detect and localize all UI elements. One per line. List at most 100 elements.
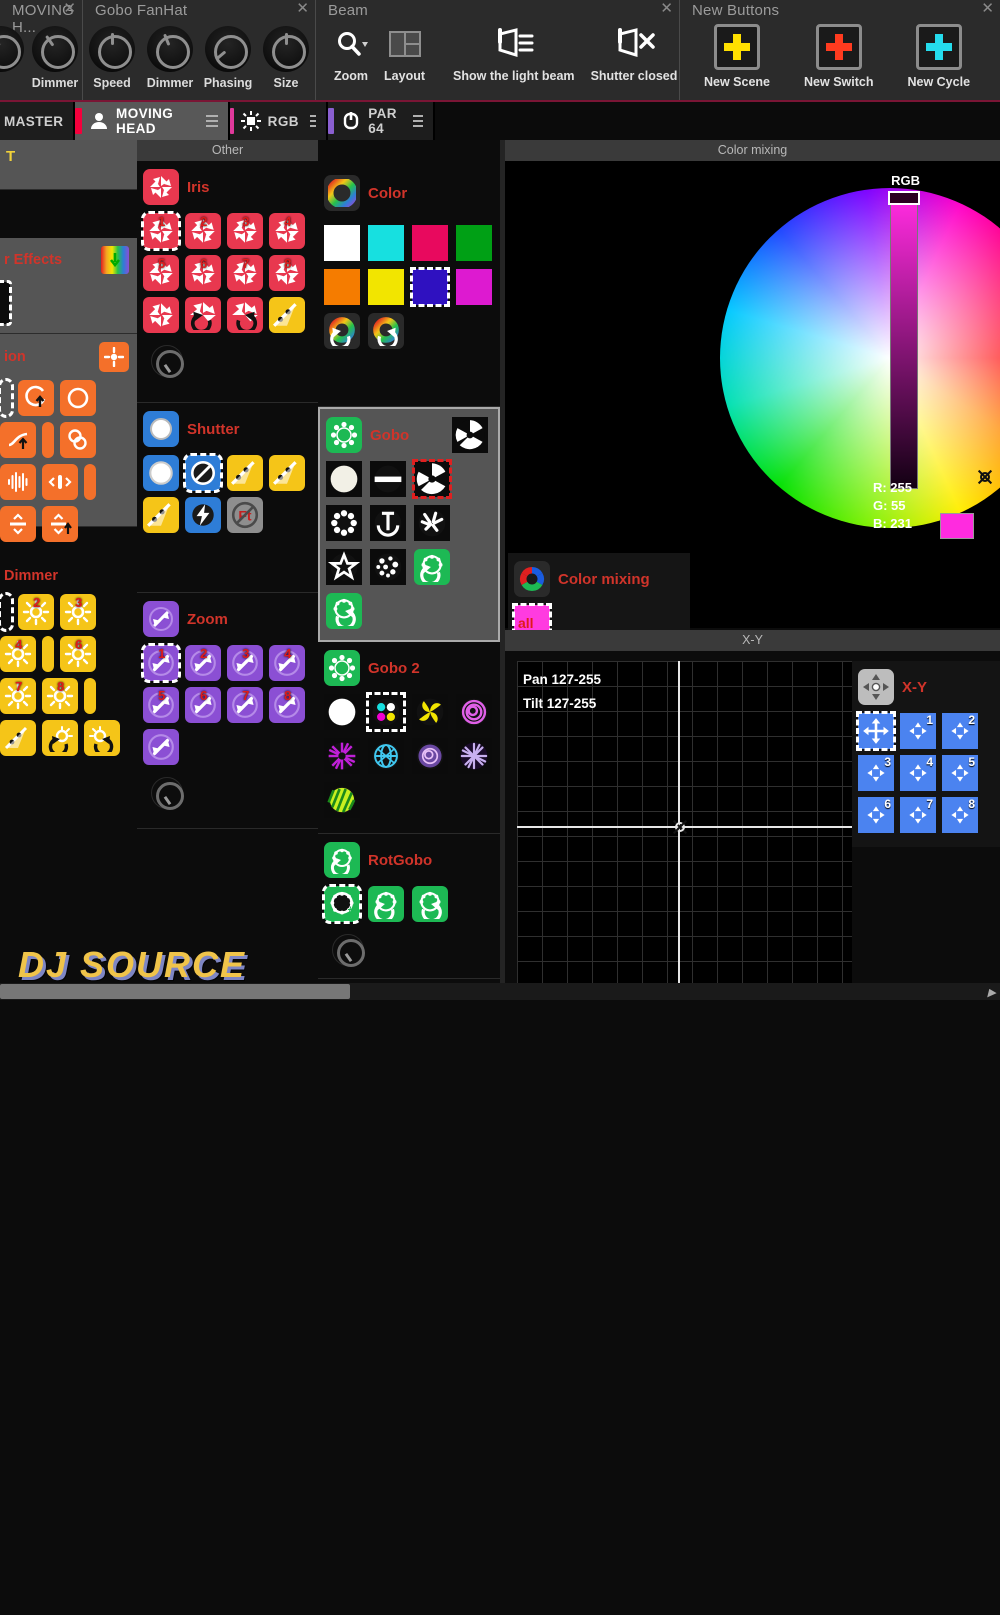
shutter-cell-strobe[interactable]	[185, 497, 221, 533]
rgb-brightness-slider[interactable]	[890, 194, 918, 489]
rotgobo-cell-ccw[interactable]	[368, 886, 404, 922]
color-wheel-area[interactable]: SOURCE RGB R: 255 G: 55 B: 231	[505, 161, 1000, 628]
dimmer-cell-rot-ccw[interactable]	[42, 720, 78, 756]
rotgobo-knob[interactable]	[332, 934, 364, 966]
gobo-cell-open[interactable]	[326, 461, 362, 497]
knob-phasing[interactable]: Phasing	[199, 24, 257, 90]
color-mixing-icon[interactable]	[514, 561, 550, 597]
iris-cell-3[interactable]: 3	[227, 213, 263, 249]
zoom-section-icon[interactable]	[143, 601, 179, 637]
color-swatch-blue[interactable]	[412, 269, 448, 305]
new-scene-button[interactable]: New Scene	[696, 24, 778, 89]
motion-cell-partial[interactable]	[0, 380, 12, 416]
knob-speed[interactable]: Speed	[83, 24, 141, 90]
xy-cell-8[interactable]: 8	[942, 797, 978, 833]
menu-icon[interactable]	[206, 115, 218, 127]
gobo2-cell-open[interactable]	[324, 694, 360, 730]
iris-cell-fade[interactable]	[269, 297, 305, 333]
knob-dimmer[interactable]: Dimmer	[141, 24, 199, 90]
dimmer-cell-4[interactable]: 4	[0, 636, 36, 672]
motion-cell-curve[interactable]	[0, 422, 36, 458]
iris-cell-5[interactable]: 5	[143, 255, 179, 291]
gobo2-cell-globe[interactable]	[368, 738, 404, 774]
motion-cell-fade-up[interactable]	[18, 380, 54, 416]
shutter-cell-open[interactable]	[143, 455, 179, 491]
iris-cell-1[interactable]: 1	[143, 213, 179, 249]
dimmer-cell-8[interactable]: 8	[42, 678, 78, 714]
color-swatch-yellow[interactable]	[368, 269, 404, 305]
gobo-cell-line[interactable]	[370, 461, 406, 497]
iris-knob[interactable]	[151, 345, 183, 377]
dimmer-cell-partial[interactable]	[0, 594, 12, 630]
motion-icon[interactable]	[99, 342, 129, 372]
dimmer-cell-6[interactable]: 6	[60, 636, 96, 672]
dimmer-cell-3[interactable]: 3	[60, 594, 96, 630]
tab-par-64[interactable]: PAR 64	[328, 102, 435, 140]
xy-icon[interactable]	[858, 669, 894, 705]
iris-cell-6[interactable]: 6	[185, 255, 221, 291]
zoom-cell-8[interactable]: 8	[269, 687, 305, 723]
right-scrollbar[interactable]: ▶	[505, 983, 1000, 1000]
gobo2-cell-nebula[interactable]	[412, 738, 448, 774]
shutter-cell-none[interactable]: Ft	[227, 497, 263, 533]
shutter-cell-fade1[interactable]	[227, 455, 263, 491]
xy-cell-2[interactable]: 2	[942, 713, 978, 749]
color-wheel-icon[interactable]	[324, 175, 360, 211]
gobo2-icon[interactable]	[324, 650, 360, 686]
gobo-cell-rot-cw[interactable]	[326, 593, 362, 629]
zoom-button[interactable]: Zoom	[326, 24, 376, 83]
gobo2-cell-radial-purple[interactable]	[324, 738, 360, 774]
layout-button[interactable]: Layout	[376, 24, 433, 83]
color-swatch-green[interactable]	[456, 225, 492, 261]
xy-cell-center[interactable]	[858, 713, 894, 749]
zoom-cell-1[interactable]: 1	[143, 645, 179, 681]
shutter-closed-button[interactable]: Shutter closed	[583, 24, 686, 83]
partial-selected-cell[interactable]	[0, 282, 10, 324]
color-rot-ccw[interactable]	[324, 313, 360, 349]
zoom-cell-3[interactable]: 3	[227, 645, 263, 681]
iris-cell-7[interactable]: 7	[227, 255, 263, 291]
gobo-cell-star[interactable]	[326, 549, 362, 585]
gobo-icon[interactable]	[326, 417, 362, 453]
color-wheel[interactable]	[720, 188, 1000, 528]
knob-size[interactable]: Size	[257, 24, 315, 90]
motion-cell-rings[interactable]	[60, 422, 96, 458]
gobo-cell-stars[interactable]	[370, 549, 406, 585]
menu-icon[interactable]	[413, 115, 423, 127]
color-swatch-white[interactable]	[324, 225, 360, 261]
zoom-cell-default[interactable]	[143, 729, 179, 765]
shutter-cell-fade2[interactable]	[269, 455, 305, 491]
knob-dimmer-partial[interactable]	[0, 24, 28, 72]
color-cursor[interactable]	[976, 468, 994, 486]
rotgobo-cell-index[interactable]: #	[324, 886, 360, 922]
gobo2-cell-lime[interactable]	[324, 782, 360, 818]
color-swatch-cyan[interactable]	[368, 225, 404, 261]
motion-cell-partial2[interactable]	[42, 422, 54, 458]
tab-moving-head[interactable]: MOVING HEAD	[75, 102, 230, 140]
new-switch-button[interactable]: New Switch	[796, 24, 881, 89]
shutter-cell-fade3[interactable]	[143, 497, 179, 533]
color-swatch-orange[interactable]	[324, 269, 360, 305]
iris-cell-rot-ccw[interactable]	[185, 297, 221, 333]
iris-cell-open[interactable]	[143, 297, 179, 333]
gobo2-cell-quad[interactable]	[368, 694, 404, 730]
zoom-cell-5[interactable]: 5	[143, 687, 179, 723]
iris-cell-4[interactable]: 4	[269, 213, 305, 249]
xy-cell-1[interactable]: 1	[900, 713, 936, 749]
tab-rgb[interactable]: RGB	[230, 102, 328, 140]
menu-icon[interactable]	[310, 115, 316, 127]
gobo2-cell-spiral[interactable]	[456, 694, 492, 730]
color-fade-icon[interactable]	[101, 246, 129, 274]
xy-cell-7[interactable]: 7	[900, 797, 936, 833]
scroll-right-arrow[interactable]: ▶	[988, 986, 996, 999]
rotgobo-icon[interactable]	[324, 842, 360, 878]
motion-cell-wave[interactable]	[0, 464, 36, 500]
xy-cell-4[interactable]: 4	[900, 755, 936, 791]
dimmer-cell-7[interactable]: 7	[0, 678, 36, 714]
dimmer-cell-fade[interactable]	[0, 720, 36, 756]
motion-cell-circle[interactable]	[60, 380, 96, 416]
zoom-knob[interactable]	[151, 777, 183, 809]
color-swatch-pink[interactable]	[412, 225, 448, 261]
iris-cell-rot-cw[interactable]	[227, 297, 263, 333]
iris-icon[interactable]	[143, 169, 179, 205]
